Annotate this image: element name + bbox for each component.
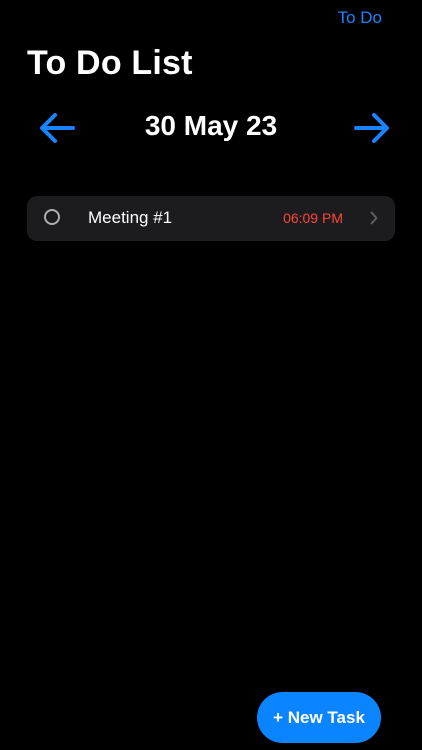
next-day-button[interactable] (352, 110, 392, 146)
chevron-right-icon (370, 211, 378, 225)
nav-back-link[interactable]: To Do (338, 8, 382, 28)
task-list: Meeting #1 06:09 PM (27, 196, 395, 241)
task-time: 06:09 PM (283, 210, 343, 226)
date-navigator: 30 May 23 (0, 106, 422, 150)
arrow-right-icon (354, 113, 389, 143)
task-complete-toggle[interactable] (44, 209, 60, 225)
task-title: Meeting #1 (88, 208, 173, 227)
task-row[interactable]: Meeting #1 06:09 PM (27, 196, 395, 241)
new-task-button[interactable]: + New Task (257, 692, 381, 743)
page-title: To Do List (27, 44, 193, 82)
